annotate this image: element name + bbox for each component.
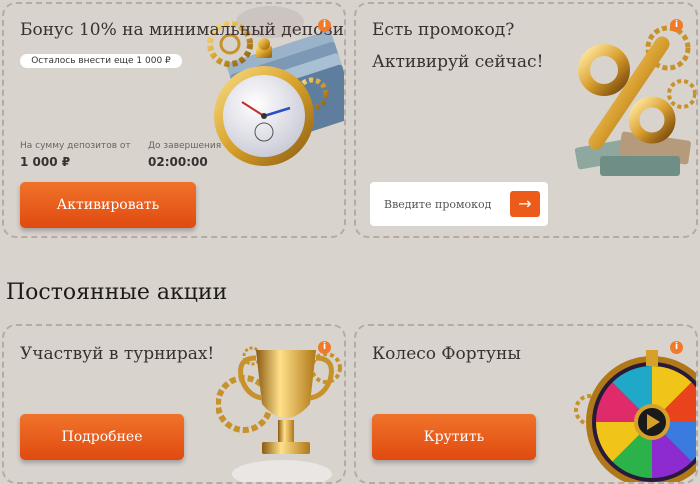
fortune-wheel-illustration — [574, 350, 696, 482]
promo-card: Есть промокод? Активируй сейчас! i → — [354, 2, 698, 238]
arrow-right-icon[interactable]: → — [510, 191, 540, 217]
trophy-illustration — [216, 346, 342, 482]
bonus-title: Бонус 10% на минимальный депозит — [20, 20, 346, 40]
section-title: Постоянные акции — [6, 280, 228, 305]
tournament-title: Участвуй в турнирах! — [20, 344, 215, 364]
activate-button[interactable]: Активировать — [20, 182, 196, 228]
deposit-amount-value: 1 000 ₽ — [20, 155, 71, 169]
promo-subtitle: Активируй сейчас! — [372, 52, 544, 72]
tournament-card: Участвуй в турнирах! i Подробнее — [2, 324, 346, 484]
promo-code-form: → — [370, 182, 548, 226]
promo-code-input[interactable] — [370, 182, 500, 226]
percent-illustration — [574, 25, 696, 176]
remaining-deposit-badge: Осталось внести еще 1 000 ₽ — [20, 54, 182, 68]
info-icon[interactable]: i — [670, 341, 683, 354]
deposit-amount-label: На сумму депозитов от — [20, 141, 131, 151]
info-icon[interactable]: i — [670, 19, 683, 32]
info-icon[interactable]: i — [318, 19, 331, 32]
fortune-wheel-card: Колесо Фортуны i Крутить — [354, 324, 698, 484]
promo-title: Есть промокод? — [372, 20, 515, 40]
spin-button[interactable]: Крутить — [372, 414, 536, 460]
timer-label: До завершения — [148, 141, 222, 151]
bonus-card: Бонус 10% на минимальный депозит i Остал… — [2, 2, 346, 238]
details-button[interactable]: Подробнее — [20, 414, 184, 460]
timer-value: 02:00:00 — [148, 155, 208, 169]
info-icon[interactable]: i — [318, 341, 331, 354]
wheel-title: Колесо Фортуны — [372, 344, 521, 364]
